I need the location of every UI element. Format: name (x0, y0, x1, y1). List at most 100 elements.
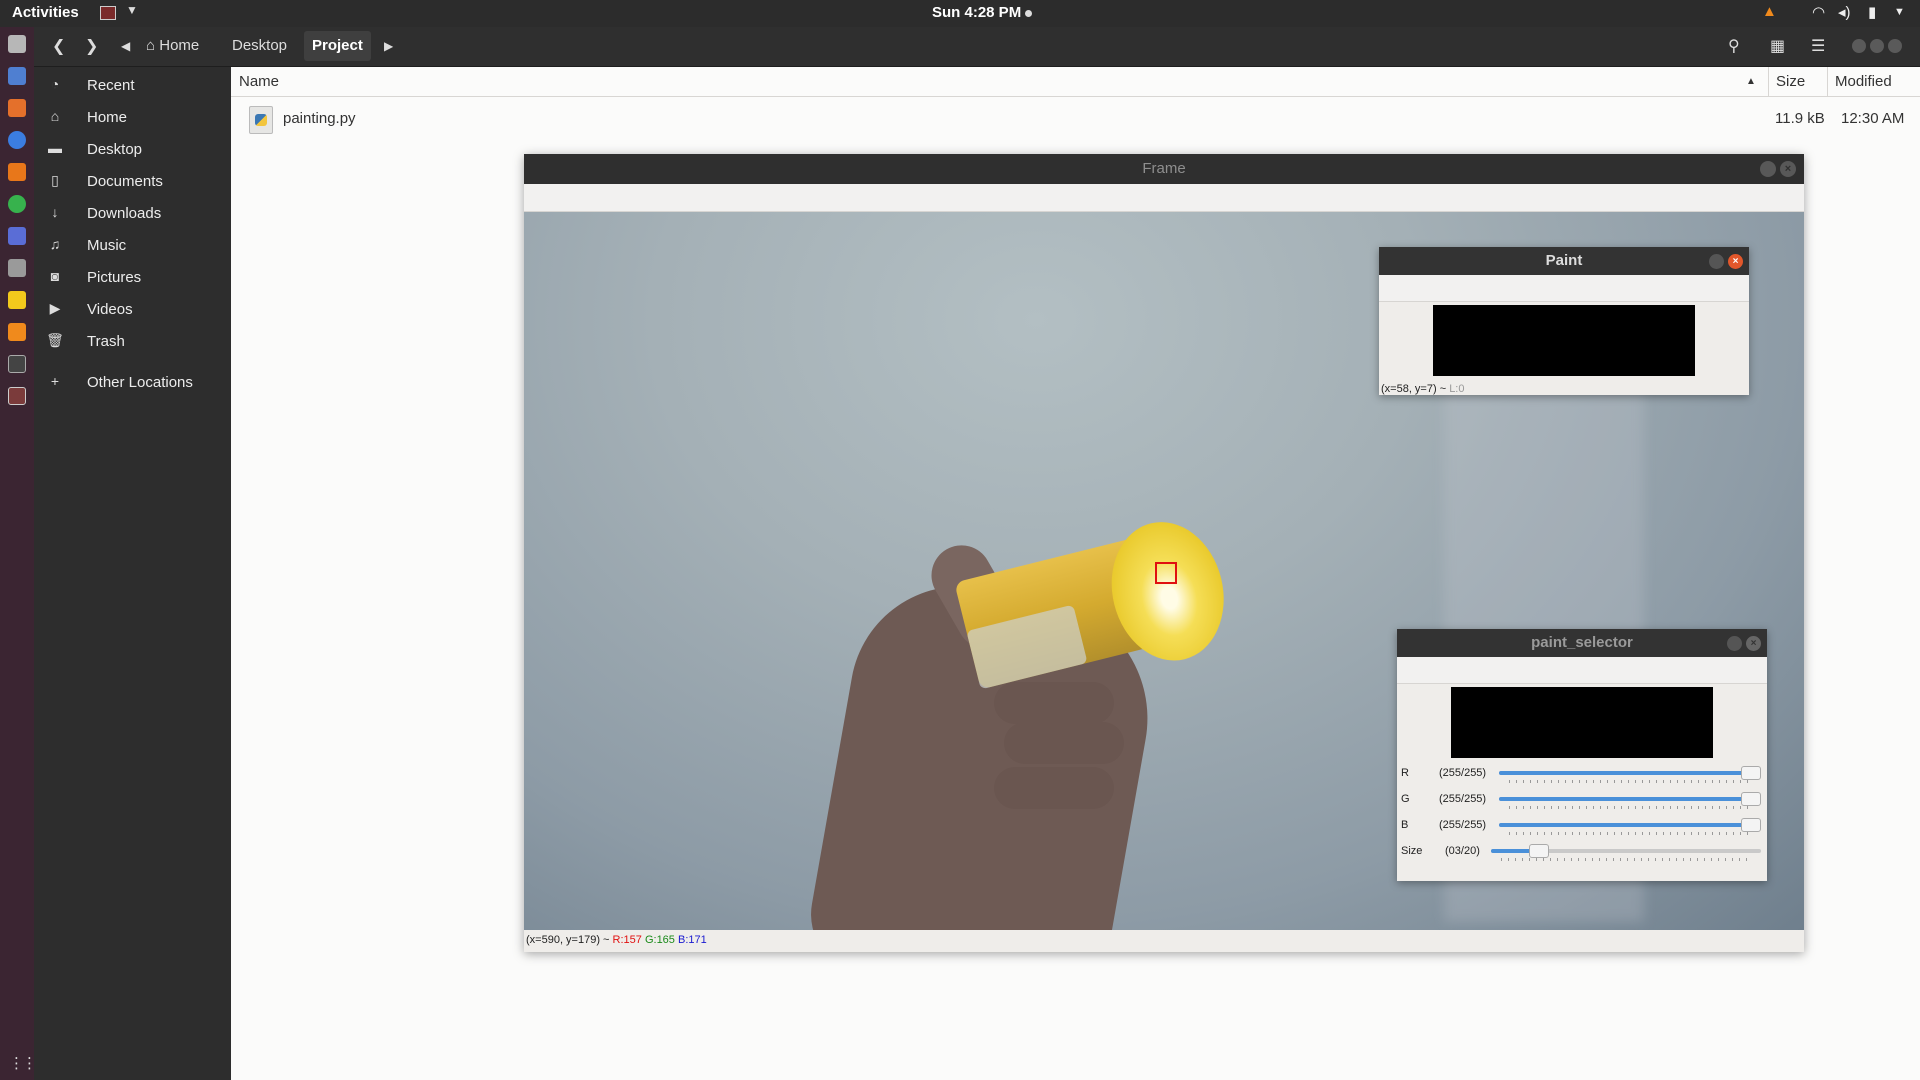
breadcrumb-left-arrow-icon[interactable]: ◀ (121, 39, 130, 53)
trackbar-thumb[interactable] (1741, 766, 1761, 780)
menu-icon[interactable]: ☰ (1811, 36, 1825, 56)
sort-ascending-icon[interactable]: ▲ (1746, 76, 1756, 87)
paint-selector-titlebar[interactable]: paint_selector × (1397, 629, 1767, 657)
paint-minimize-button[interactable] (1709, 254, 1724, 269)
frame-titlebar[interactable]: Frame × (524, 154, 1804, 184)
paint-selector-close-button[interactable]: × (1746, 636, 1761, 651)
paint-selector-window: paint_selector × R (255/255) G (255/255)… (1397, 629, 1767, 881)
sidebar-item-music[interactable]: ♫ Music (34, 230, 231, 262)
sidebar-item-desktop[interactable]: ▬ Desktop (34, 134, 231, 166)
dock: ⋮⋮⋮ (0, 27, 50, 1080)
top-bar: Activities ▼ Sun 4:28 PM ▲ ◠ ◂) ▮ ▼ (0, 0, 1920, 27)
maximize-button[interactable] (1870, 39, 1884, 53)
sidebar-item-label: Documents (87, 173, 163, 190)
text-editor-dock-icon[interactable] (8, 67, 26, 85)
minimize-button[interactable] (1852, 39, 1866, 53)
wifi-icon[interactable]: ◠ (1812, 3, 1825, 21)
breadcrumb-desktop[interactable]: Desktop (224, 31, 295, 61)
trackbar-g: G (255/255) (1397, 788, 1767, 812)
file-row[interactable]: painting.py 11.9 kB 12:30 AM (231, 99, 1920, 137)
back-button[interactable]: ❮ (52, 36, 65, 56)
terminal-dock-icon[interactable] (8, 355, 26, 373)
breadcrumb-home[interactable]: ⌂ Home (138, 31, 207, 61)
yellow-marker-object (952, 510, 1238, 699)
paint-status-l: L:0 (1449, 383, 1465, 395)
column-divider (1768, 67, 1769, 97)
trackbar-ticks (1509, 832, 1749, 835)
sidebar-item-label: Desktop (87, 141, 143, 158)
vlc-tray-icon[interactable]: ▲ (1762, 3, 1777, 20)
volume-icon[interactable]: ◂) (1838, 3, 1851, 21)
sidebar-item-home[interactable]: ⌂ Home (34, 102, 231, 134)
trackbar-thumb[interactable] (1529, 844, 1549, 858)
frame-toolbar (524, 184, 1804, 212)
trackbar-b: B (255/255) (1397, 814, 1767, 838)
download-icon: ↓ (51, 204, 59, 220)
trackbar-thumb[interactable] (1741, 792, 1761, 806)
clock[interactable]: Sun 4:28 PM (932, 4, 1033, 21)
frame-close-button[interactable]: × (1780, 161, 1796, 177)
trackbar-label: G (1401, 793, 1410, 805)
paint-close-button[interactable]: × (1728, 254, 1743, 269)
software-dock-icon[interactable] (8, 99, 26, 117)
places-sidebar: ◔ Recent ⌂ Home ▬ Desktop ▯ Documents ↓ … (34, 67, 231, 1080)
sidebar-item-label: Music (87, 237, 127, 254)
battery-icon[interactable]: ▮ (1868, 3, 1876, 21)
home-icon: ⌂ (50, 108, 60, 124)
sidebar-item-recent[interactable]: ◔ Recent (34, 70, 231, 102)
sublime-dock-icon[interactable] (8, 163, 26, 181)
trackbar-track[interactable] (1499, 818, 1761, 832)
breadcrumb-project[interactable]: Project (304, 31, 371, 61)
sidebar-item-downloads[interactable]: ↓ Downloads (34, 198, 231, 230)
column-name-header[interactable]: Name (239, 73, 279, 90)
forward-button[interactable]: ❯ (85, 36, 98, 56)
trackbar-track[interactable] (1499, 792, 1761, 806)
column-modified-header[interactable]: Modified (1835, 73, 1892, 90)
sidebar-item-documents[interactable]: ▯ Documents (34, 166, 231, 198)
paint-title: Paint (1545, 252, 1583, 269)
breadcrumb-right-arrow-icon[interactable]: ▶ (384, 39, 393, 53)
sidebar-item-videos[interactable]: ▶ Videos (34, 294, 231, 326)
system-menu-chevron-icon[interactable]: ▼ (1894, 6, 1905, 18)
column-size-header[interactable]: Size (1776, 73, 1805, 90)
paint-selector-minimize-button[interactable] (1727, 636, 1742, 651)
paint-titlebar[interactable]: Paint × (1379, 247, 1749, 275)
sidebar-item-other-locations[interactable]: + Other Locations (34, 367, 231, 399)
sidebar-item-label: Videos (87, 301, 133, 318)
finger (994, 682, 1114, 724)
folder-icon: ▬ (48, 140, 62, 156)
paint-selector-toolbar (1397, 657, 1767, 684)
chevron-down-icon[interactable]: ▼ (126, 3, 138, 17)
file-modified: 12:30 AM (1841, 110, 1905, 127)
app-menu-icon[interactable] (100, 6, 116, 20)
browser-dock-icon[interactable] (8, 131, 26, 149)
trackbar-ticks (1509, 806, 1749, 809)
activities-button[interactable]: Activities (12, 4, 79, 21)
frame-minimize-button[interactable] (1760, 161, 1776, 177)
sidebar-item-pictures[interactable]: ◙ Pictures (34, 262, 231, 294)
finger (994, 767, 1114, 809)
trackbar-value: (255/255) (1439, 819, 1487, 831)
paint-status-bar: (x=58, y=7) ~ L:0 (1381, 383, 1464, 395)
vlc-dock-icon[interactable] (8, 323, 26, 341)
trackbar-track[interactable] (1491, 844, 1761, 858)
sidebar-item-trash[interactable]: 🗑 Trash (34, 326, 231, 358)
notes-dock-icon[interactable] (8, 291, 26, 309)
python-file-icon (249, 106, 273, 134)
python-window-dock-icon[interactable] (8, 387, 26, 405)
image-viewer-dock-icon[interactable] (8, 259, 26, 277)
trackbar-thumb[interactable] (1741, 818, 1761, 832)
files-dock-icon[interactable] (8, 35, 26, 53)
chrome-dock-icon[interactable] (8, 195, 26, 213)
paint-canvas[interactable] (1433, 305, 1695, 376)
close-button[interactable] (1888, 39, 1902, 53)
search-icon[interactable]: ⚲ (1728, 36, 1740, 56)
trackbar-ticks (1501, 858, 1751, 861)
plus-icon: + (50, 373, 60, 389)
trackbar-ticks (1509, 780, 1749, 783)
camera-icon: ◙ (50, 268, 60, 284)
discord-dock-icon[interactable] (8, 227, 26, 245)
trackbar-track[interactable] (1499, 766, 1761, 780)
clock-text: Sun 4:28 PM (932, 4, 1022, 21)
view-grid-icon[interactable]: ▦ (1770, 36, 1785, 56)
